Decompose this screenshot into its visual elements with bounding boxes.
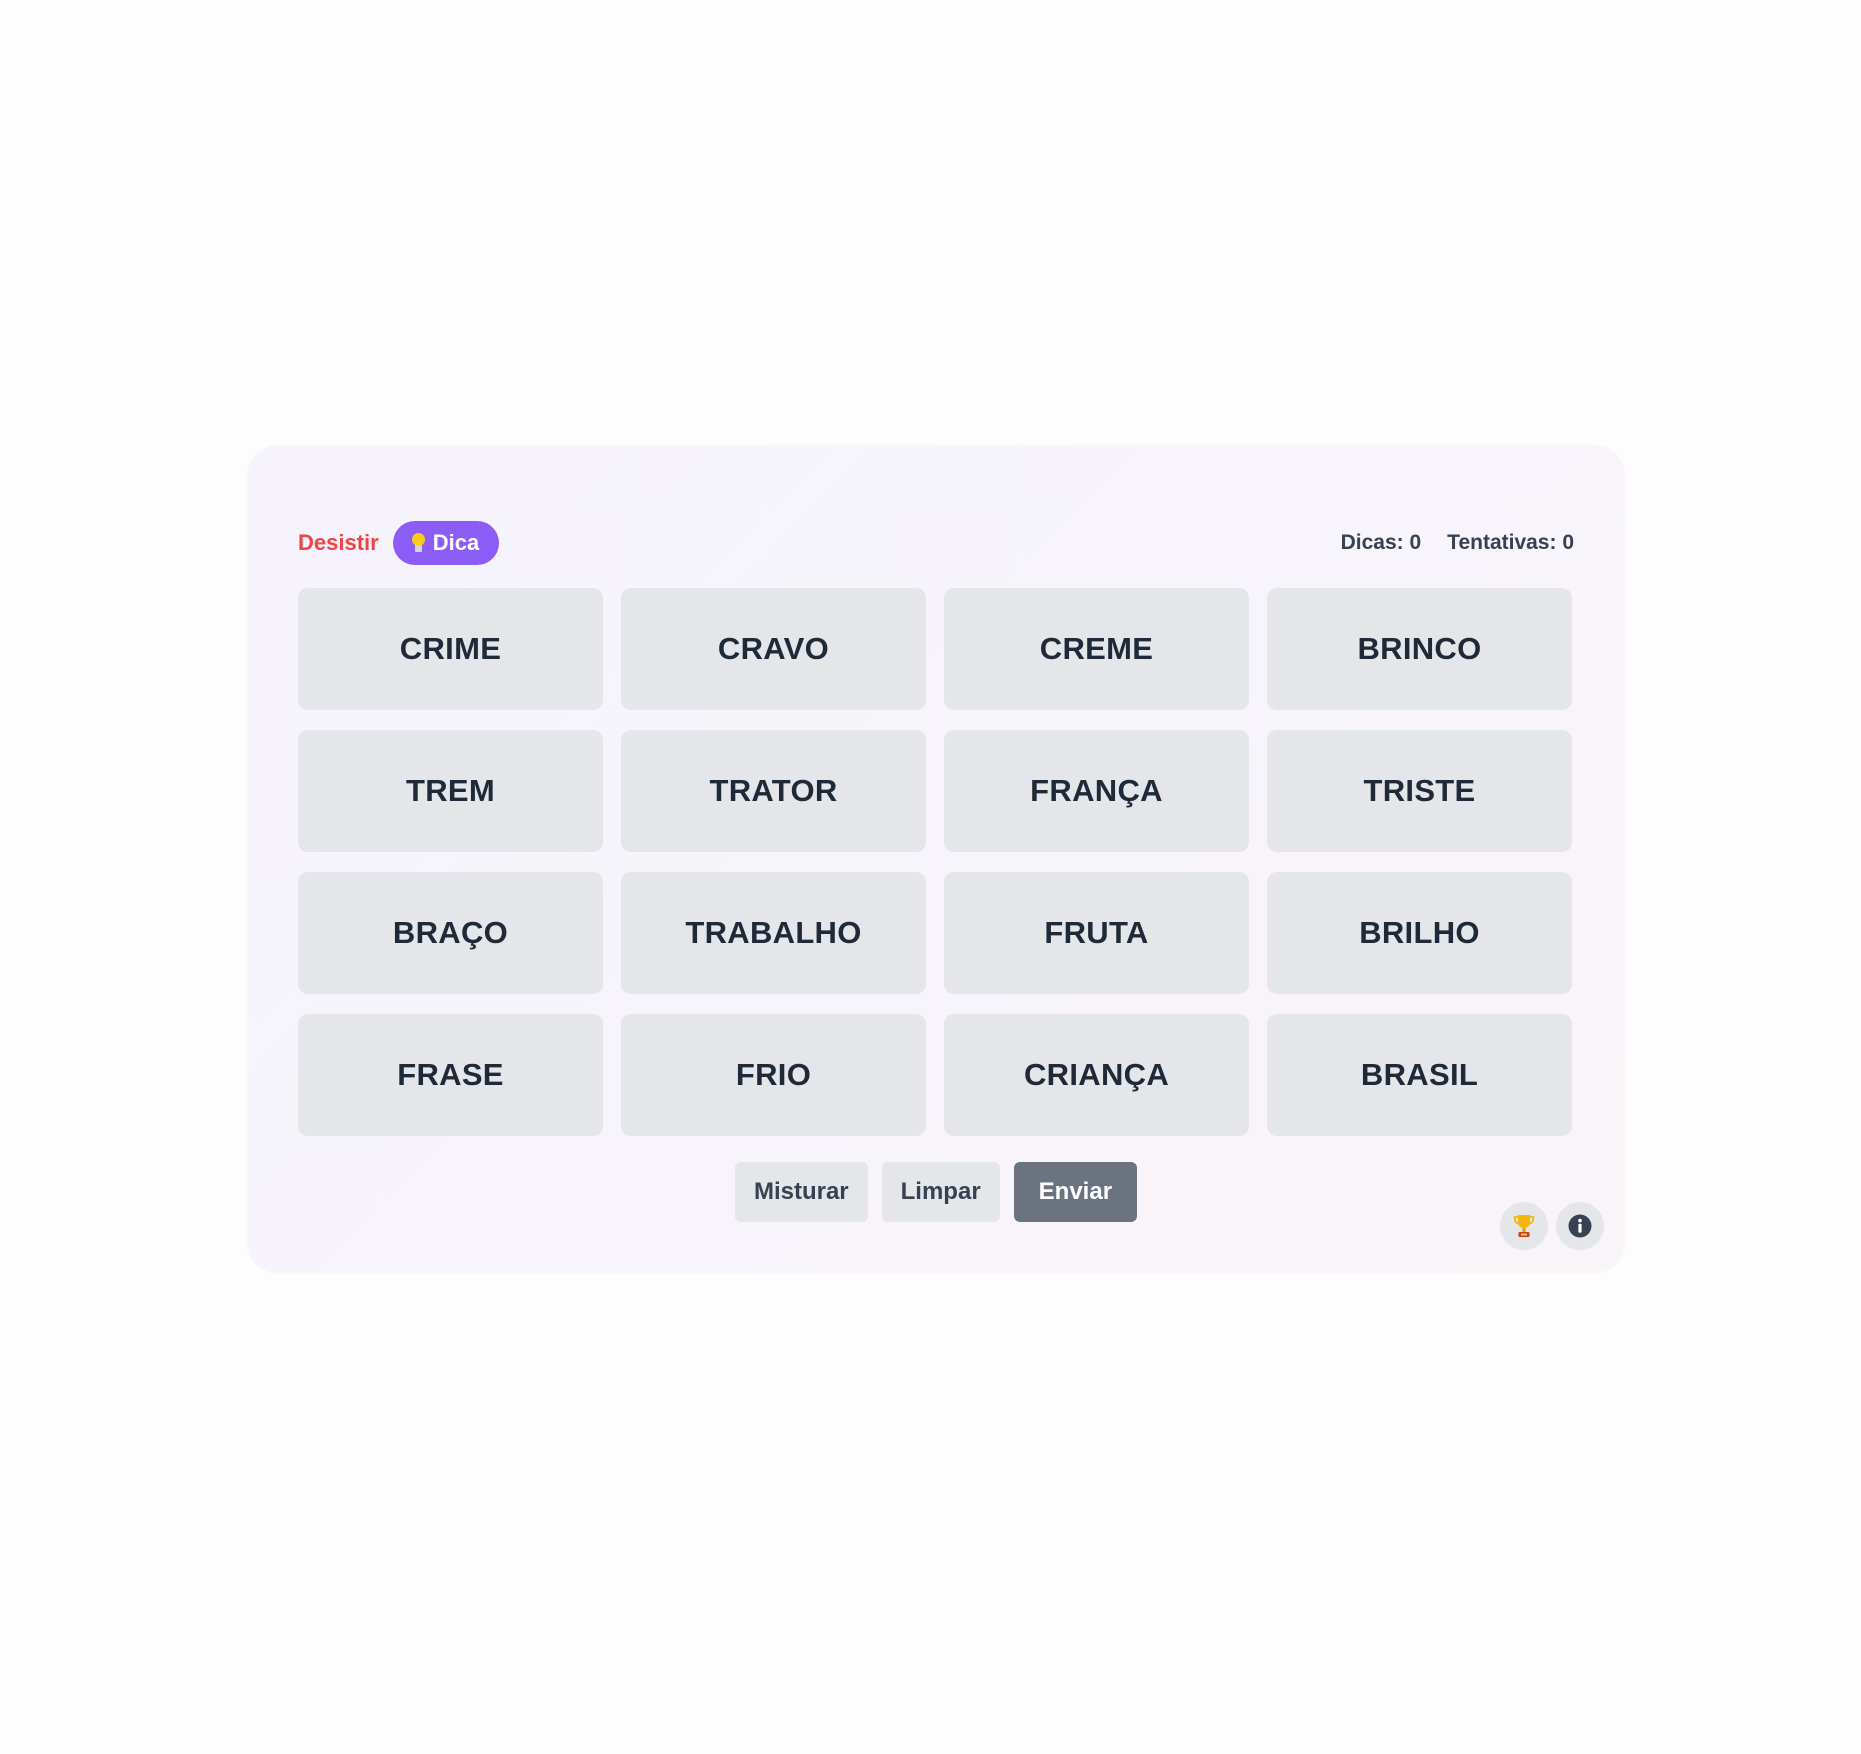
word-tile[interactable]: BRINCO bbox=[1267, 588, 1572, 710]
toolbar-left-group: Desistir Dica bbox=[298, 521, 500, 565]
hints-counter: Dicas: 0 bbox=[1340, 531, 1422, 554]
word-tile[interactable]: TRABALHO bbox=[621, 872, 926, 994]
hint-button[interactable]: Dica bbox=[392, 521, 500, 565]
word-tile[interactable]: FRIO bbox=[621, 1014, 926, 1136]
word-tile[interactable]: BRASIL bbox=[1267, 1014, 1572, 1136]
info-button[interactable] bbox=[1556, 1202, 1604, 1250]
trophy-button[interactable] bbox=[1500, 1202, 1548, 1250]
info-icon bbox=[1568, 1214, 1592, 1238]
action-buttons: Misturar Limpar Enviar bbox=[248, 1162, 1624, 1222]
word-tile[interactable]: CRIANÇA bbox=[944, 1014, 1249, 1136]
submit-button[interactable]: Enviar bbox=[1013, 1162, 1138, 1222]
word-tile[interactable]: FRUTA bbox=[944, 872, 1249, 994]
word-tile[interactable]: CRAVO bbox=[621, 588, 926, 710]
lightbulb-icon bbox=[411, 532, 425, 554]
word-tile[interactable]: TREM bbox=[298, 730, 603, 852]
trophy-icon bbox=[1513, 1215, 1535, 1237]
give-up-button[interactable]: Desistir bbox=[298, 530, 379, 556]
word-tile[interactable]: FRASE bbox=[298, 1014, 603, 1136]
clear-button[interactable]: Limpar bbox=[881, 1162, 1000, 1222]
game-card: Desistir Dica Dicas: 0 Tentativas: 0 CRI… bbox=[248, 446, 1624, 1272]
word-tile[interactable]: BRILHO bbox=[1267, 872, 1572, 994]
word-tile[interactable]: TRATOR bbox=[621, 730, 926, 852]
attempts-counter: Tentativas: 0 bbox=[1447, 531, 1574, 554]
word-tile[interactable]: CRIME bbox=[298, 588, 603, 710]
word-tile[interactable]: BRAÇO bbox=[298, 872, 603, 994]
game-stats: Dicas: 0 Tentativas: 0 bbox=[1341, 531, 1574, 555]
game-toolbar: Desistir Dica Dicas: 0 Tentativas: 0 bbox=[298, 521, 1574, 565]
word-tile[interactable]: FRANÇA bbox=[944, 730, 1249, 852]
word-grid: CRIME CRAVO CREME BRINCO TREM TRATOR FRA… bbox=[298, 588, 1574, 1136]
shuffle-button[interactable]: Misturar bbox=[734, 1162, 868, 1222]
word-tile[interactable]: TRISTE bbox=[1267, 730, 1572, 852]
hint-button-label: Dica bbox=[432, 530, 480, 555]
word-tile[interactable]: CREME bbox=[944, 588, 1249, 710]
